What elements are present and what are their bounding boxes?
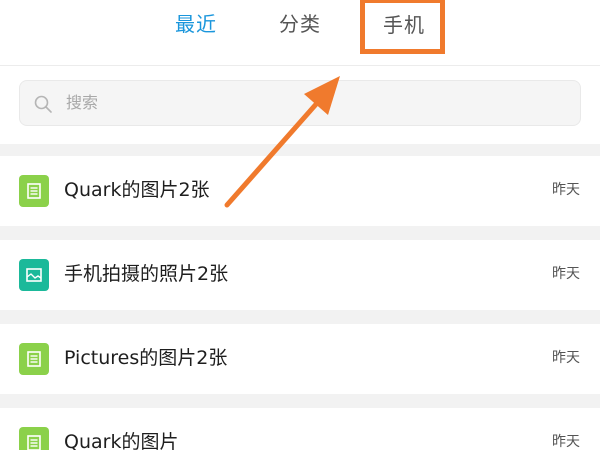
file-title: Pictures的图片2张 <box>64 347 228 369</box>
file-row[interactable]: 手机拍摄的照片2张 昨天 <box>0 240 600 310</box>
search-placeholder: 搜索 <box>66 93 99 112</box>
file-time: 昨天 <box>552 350 580 366</box>
tab-category[interactable]: 分类 <box>279 8 321 40</box>
highlight-box-annotation <box>360 0 445 54</box>
section-divider <box>0 394 600 408</box>
section-divider <box>0 144 600 156</box>
file-title: Quark的图片 <box>64 431 179 450</box>
tab-recent[interactable]: 最近 <box>175 8 217 40</box>
file-title: 手机拍摄的照片2张 <box>64 263 229 285</box>
image-icon <box>19 259 49 291</box>
document-icon <box>19 427 49 450</box>
file-time: 昨天 <box>552 266 580 282</box>
section-divider <box>0 310 600 324</box>
file-row[interactable]: Quark的图片 昨天 <box>0 408 600 450</box>
section-divider <box>0 226 600 240</box>
file-title: Quark的图片2张 <box>64 179 210 201</box>
file-row[interactable]: Pictures的图片2张 昨天 <box>0 324 600 394</box>
file-row[interactable]: Quark的图片2张 昨天 <box>0 156 600 226</box>
file-time: 昨天 <box>552 434 580 450</box>
file-time: 昨天 <box>552 182 580 198</box>
tab-bar: 最近 分类 手机 <box>0 0 600 66</box>
document-icon <box>19 343 49 375</box>
search-input[interactable]: 搜索 <box>19 80 581 126</box>
search-section: 搜索 <box>0 66 600 144</box>
search-icon <box>34 95 52 113</box>
document-icon <box>19 175 49 207</box>
